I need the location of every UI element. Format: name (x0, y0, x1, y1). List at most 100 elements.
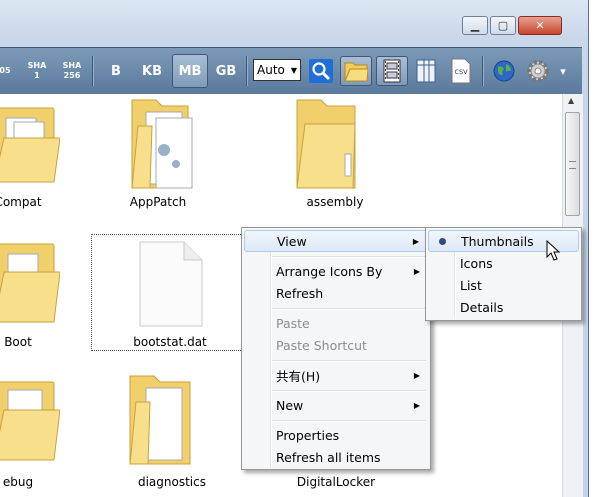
file-name: AppPatch (129, 195, 187, 209)
menu-item-share[interactable]: 共有(H) ▶ (244, 364, 428, 386)
menu-separator (272, 308, 426, 310)
hash-label: SHA (27, 61, 47, 70)
columns-icon (416, 59, 436, 83)
menu-item-properties[interactable]: Properties (244, 424, 428, 446)
hash-button-sha256[interactable]: SHA 256 (59, 54, 85, 88)
submenu-item-list[interactable]: List (428, 274, 579, 296)
hash-label: 1 (34, 71, 40, 80)
settings-button[interactable] (524, 56, 552, 86)
toolbar-separator (246, 56, 247, 86)
menu-item-label: Properties (276, 427, 340, 443)
menu-item-label: View (277, 233, 307, 249)
file-name: assembly (306, 195, 364, 209)
folder-icon (129, 375, 191, 465)
menu-item-label: List (460, 277, 482, 293)
menu-item-view[interactable]: View ▶ (244, 230, 428, 252)
menu-item-label: Thumbnails (461, 233, 534, 249)
unit-button-gb[interactable]: GB (211, 54, 241, 88)
csv-export-icon: CSV (451, 58, 471, 84)
file-item[interactable]: bootstat.dat (100, 234, 240, 354)
file-item[interactable]: diagnostics (102, 374, 242, 494)
hash-label: 05 (0, 66, 11, 75)
folder-icon (131, 99, 193, 189)
toolbar: 05 SHA 1 SHA 256 B KB MB GB Auto ▼ CSV ▾ (0, 47, 582, 95)
menu-item-label: Paste Shortcut (276, 337, 367, 353)
mouse-cursor-icon (546, 240, 561, 261)
menu-item-label: Refresh (276, 285, 324, 301)
submenu-arrow-icon: ▶ (413, 400, 420, 410)
file-name: diagnostics (137, 475, 206, 489)
globe-icon (493, 60, 515, 82)
file-name: DigitalLocker (296, 475, 376, 489)
menu-separator (272, 256, 426, 258)
hash-button-sha1[interactable]: SHA 1 (24, 54, 50, 88)
title-buttons: ▁ ▢ ✕ (462, 16, 562, 35)
csv-label: CSV (454, 68, 468, 76)
globe-button[interactable] (490, 56, 518, 86)
file-name: Compat (0, 195, 42, 209)
folder-icon (296, 99, 356, 189)
submenu-arrow-icon: ▶ (412, 236, 419, 246)
file-name: bootstat.dat (133, 335, 207, 349)
unit-button-mb[interactable]: MB (172, 54, 208, 88)
file-item[interactable]: ebug (0, 374, 88, 494)
menu-item-label: Details (460, 299, 504, 315)
menu-item-label: Refresh all items (276, 449, 381, 465)
menu-separator (272, 390, 426, 392)
hash-label: SHA (62, 61, 82, 70)
submenu-arrow-icon: ▶ (413, 370, 420, 380)
size-mode-value: Auto (257, 63, 285, 77)
toolbar-separator (482, 56, 483, 86)
menu-item-label: New (276, 397, 304, 413)
search-button[interactable] (307, 56, 335, 86)
columns-button[interactable] (412, 56, 440, 86)
csv-export-button[interactable]: CSV (447, 56, 475, 86)
menu-item-label: Paste (276, 315, 310, 331)
menu-item-label: Icons (460, 255, 493, 271)
scroll-up-arrow[interactable]: ▲ (568, 96, 574, 105)
menu-item-label: 共有(H) (276, 368, 321, 384)
film-strip-button[interactable] (376, 56, 408, 86)
dropdown-arrow-icon[interactable]: ▾ (556, 54, 570, 88)
minimize-button[interactable]: ▁ (462, 16, 488, 35)
gear-icon (527, 60, 549, 82)
menu-item-paste-shortcut: Paste Shortcut (244, 334, 428, 356)
unit-button-kb[interactable]: KB (137, 54, 167, 88)
file-item[interactable]: Boot (0, 234, 88, 354)
scroll-grip (569, 161, 576, 169)
close-button[interactable]: ✕ (518, 16, 562, 35)
size-mode-select[interactable]: Auto ▼ (253, 59, 301, 81)
search-icon (309, 59, 333, 83)
folder-icon (0, 381, 60, 461)
file-name: ebug (2, 475, 34, 489)
radio-selected-icon (439, 237, 446, 245)
hash-button-md5[interactable]: 05 (0, 54, 18, 88)
hash-label: 256 (63, 71, 81, 80)
menu-item-new[interactable]: New ▶ (244, 394, 428, 416)
toolbar-separator (92, 56, 93, 86)
unit-button-b[interactable]: B (101, 54, 131, 88)
maximize-button[interactable]: ▢ (490, 16, 516, 35)
file-item[interactable]: assembly (265, 94, 405, 214)
file-item[interactable]: Compat (0, 94, 88, 214)
menu-item-refresh[interactable]: Refresh (244, 282, 428, 304)
menu-item-arrange-icons-by[interactable]: Arrange Icons By ▶ (244, 260, 428, 282)
menu-item-refresh-all-items[interactable]: Refresh all items (244, 446, 428, 468)
file-item[interactable]: AppPatch (88, 94, 228, 214)
chevron-down-icon: ▼ (290, 65, 298, 75)
scroll-thumb[interactable] (565, 112, 580, 216)
file-icon (139, 241, 203, 327)
folder-icon (0, 107, 60, 183)
file-name: Boot (4, 335, 32, 349)
folder-view-button[interactable] (340, 56, 372, 86)
menu-item-label: Arrange Icons By (276, 263, 383, 279)
submenu-arrow-icon: ▶ (413, 266, 420, 276)
menu-item-paste: Paste (244, 312, 428, 334)
folder-icon (0, 243, 60, 323)
menu-separator (272, 360, 426, 362)
folder-view-icon (344, 62, 368, 82)
context-menu: View ▶ Arrange Icons By ▶ Refresh Paste … (241, 227, 431, 470)
film-strip-icon (383, 59, 401, 83)
submenu-item-details[interactable]: Details (428, 296, 579, 318)
menu-separator (272, 420, 426, 422)
